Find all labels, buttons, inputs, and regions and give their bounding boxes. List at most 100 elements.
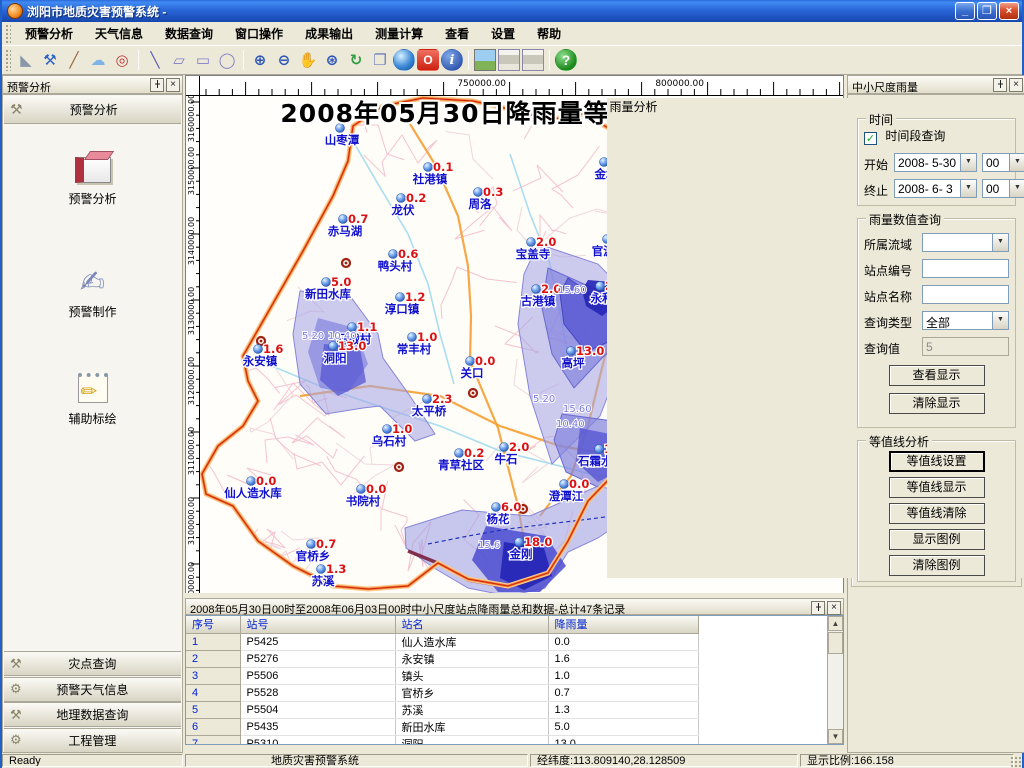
contour-clear-button[interactable]: 等值线清除 [889,503,985,524]
contour-show-button[interactable]: 等值线显示 [889,477,985,498]
station-name: 苏溪 [312,574,335,588]
menu-item-0[interactable]: 预警分析 [14,22,84,45]
pin-icon[interactable] [993,78,1007,92]
scrollbar-thumb[interactable] [828,632,843,654]
show-legend-button[interactable]: 显示图例 [889,529,985,550]
pin-icon[interactable] [150,78,164,92]
table-scrollbar[interactable]: ▲ ▼ [827,616,843,744]
close-button[interactable]: × [999,2,1019,20]
image-export-icon[interactable] [474,49,496,71]
cell-rainfall: 0.7 [548,684,698,701]
globe-icon[interactable] [393,49,415,71]
menu-item-6[interactable]: 查看 [434,22,480,45]
station-name-input[interactable] [922,285,1009,304]
time-range-checkbox[interactable]: ✓ [864,132,877,145]
bar-tool-icon: ⚒ [10,656,22,672]
clear-display-button[interactable]: 清除显示 [889,393,985,414]
menu-item-2[interactable]: 数据查询 [154,22,224,45]
table-row[interactable]: 7P5310洞阳13.0 [186,735,698,745]
left-panel-header[interactable]: ⚒ 预警分析 [4,96,181,124]
station-name: 山枣潭 [325,133,360,147]
sidebar-bar-0[interactable]: ⚒灾点查询 [4,651,181,676]
start-hour-select[interactable]: 00 ▼ [982,153,1024,172]
col-header-station-name[interactable]: 站名 [395,616,548,633]
menu-item-7[interactable]: 设置 [480,22,526,45]
col-header-station-id[interactable]: 站号 [240,616,395,633]
title-bar[interactable]: 浏阳市地质灾害预警系统 - _ ❐ × [2,0,1022,22]
scroll-down-icon[interactable]: ▼ [828,729,843,744]
refresh-view-icon[interactable]: ↻ [345,49,367,71]
cloud-icon[interactable]: ☁ [87,49,109,71]
draw-line-icon[interactable]: ╲ [144,49,166,71]
menu-item-1[interactable]: 天气信息 [84,22,154,45]
crosshair-icon[interactable]: ◎ [111,49,133,71]
chevron-down-icon[interactable]: ▼ [992,234,1008,251]
show-display-button[interactable]: 查看显示 [889,365,985,386]
close-icon[interactable]: × [166,78,180,92]
col-header-rainfall[interactable]: 降雨量 [548,616,698,633]
chevron-down-icon[interactable]: ▼ [1009,154,1024,171]
end-hour-select[interactable]: 00 ▼ [982,179,1024,198]
resize-grip[interactable] [1009,755,1022,768]
chevron-down-icon[interactable]: ▼ [960,180,976,197]
tool-item-1[interactable]: ✍预警制作 [3,267,182,320]
menu-item-8[interactable]: 帮助 [526,22,572,45]
minimize-button[interactable]: _ [955,2,975,20]
copy-layer-icon[interactable]: ❐ [369,49,391,71]
query-value-input[interactable]: 5 [922,337,1009,356]
chevron-down-icon[interactable]: ▼ [1009,180,1024,197]
table-row[interactable]: 2P5276永安镇1.6 [186,650,698,667]
basin-select[interactable]: ▼ [922,233,1009,252]
menu-item-5[interactable]: 测量计算 [364,22,434,45]
print-icon[interactable] [498,49,520,71]
table-row[interactable]: 3P5506镇头1.0 [186,667,698,684]
contour-settings-button[interactable]: 等值线设置 [889,451,985,472]
pan-hand-icon[interactable]: ✋ [297,49,319,71]
pin-icon[interactable] [811,601,825,615]
station-marker-icon [397,194,406,203]
table-row[interactable]: 6P5435新田水库5.0 [186,718,698,735]
table-row[interactable]: 1P5425仙人造水库0.0 [186,633,698,650]
toolbar-grip[interactable] [5,49,11,71]
table-row[interactable]: 5P5504苏溪1.3 [186,701,698,718]
table-row[interactable]: 4P5528官桥乡0.7 [186,684,698,701]
print-preview-icon[interactable] [522,49,544,71]
station-marker-icon [595,445,604,454]
close-icon[interactable]: × [827,601,841,615]
draw-polygon-icon[interactable]: ▱ [168,49,190,71]
cell-rainfall: 1.6 [548,650,698,667]
maximize-button[interactable]: ❐ [977,2,997,20]
results-table[interactable]: 序号 站号 站名 降雨量 1P5425仙人造水库0.02P5276永安镇1.63… [185,615,844,745]
station-name: 牛石 [495,452,518,466]
info-icon[interactable]: i [441,49,463,71]
water-hammer-icon[interactable]: ⚒ [39,49,61,71]
col-header-index[interactable]: 序号 [186,616,240,633]
zoom-window-icon[interactable]: ⊛ [321,49,343,71]
pick-axe-icon[interactable]: ╱ [63,49,85,71]
scroll-up-icon[interactable]: ▲ [828,616,843,631]
close-icon[interactable]: × [1009,78,1023,92]
satellite-dish-icon[interactable]: ◣ [15,49,37,71]
draw-ellipse-icon[interactable]: ◯ [216,49,238,71]
end-date-select[interactable]: 2008- 6- 3 ▼ [894,179,977,198]
menu-item-3[interactable]: 窗口操作 [224,22,294,45]
zoom-out-icon[interactable]: ⊖ [273,49,295,71]
tool-item-0[interactable]: 预警分析 [3,157,182,207]
warning-analysis-book-icon [75,157,111,183]
clear-legend-button[interactable]: 清除图例 [889,555,985,576]
zoom-in-icon[interactable]: ⊕ [249,49,271,71]
start-date-select[interactable]: 2008- 5-30 ▼ [894,153,977,172]
query-type-select[interactable]: 全部 ▼ [922,311,1009,330]
station-id-input[interactable] [922,259,1009,278]
sidebar-bar-2[interactable]: ⚒地理数据查询 [4,702,181,727]
help-icon[interactable]: ? [555,49,577,71]
menu-grip[interactable] [5,24,11,42]
sidebar-bar-3[interactable]: ⚙工程管理 [4,728,181,753]
stop-icon[interactable]: O [417,49,439,71]
tool-item-2[interactable]: 辅助标绘 [3,373,182,427]
sidebar-bar-1[interactable]: ⚙预警天气信息 [4,677,181,702]
chevron-down-icon[interactable]: ▼ [992,312,1008,329]
draw-rectangle-icon[interactable]: ▭ [192,49,214,71]
menu-item-4[interactable]: 成果输出 [294,22,364,45]
chevron-down-icon[interactable]: ▼ [960,154,976,171]
